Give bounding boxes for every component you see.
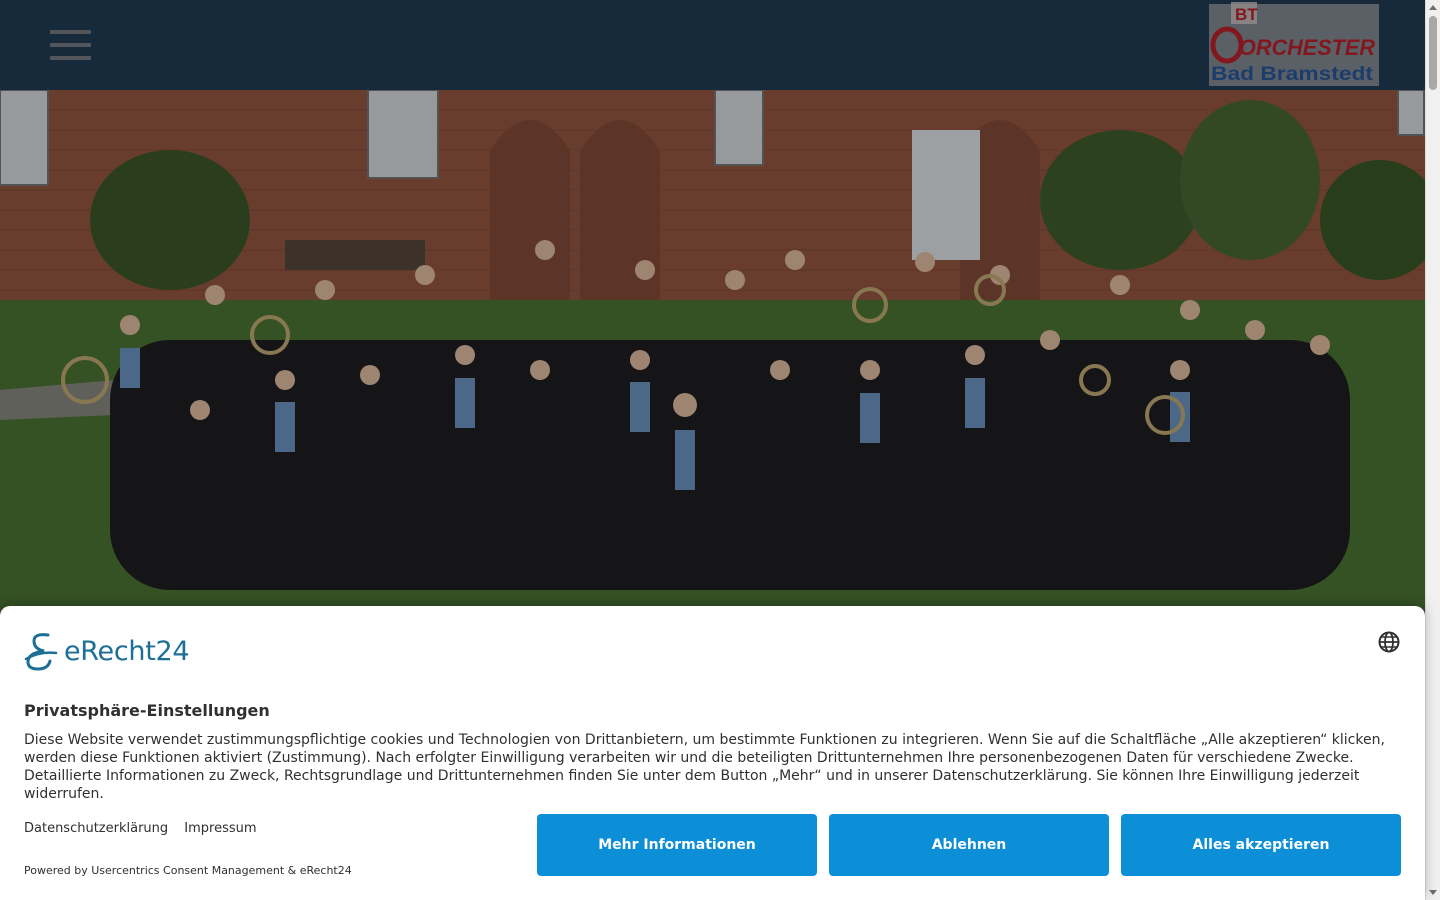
logo-line3: Bad Bramstedt [1211,64,1374,85]
globe-icon[interactable] [1377,630,1401,654]
logo-line1: BT [1235,5,1258,24]
more-info-button[interactable]: Mehr Informationen [537,814,817,876]
consent-links: Datenschutzerklärung Impressum [24,821,269,836]
site-header: BT ORCHESTER Bad Bramstedt [0,0,1425,90]
consent-banner: eRecht24 Privatsphäre-Einstellungen Dies… [0,606,1425,900]
hamburger-menu-icon[interactable] [50,30,91,60]
accept-all-button[interactable]: Alles akzeptieren [1121,814,1401,876]
scroll-up-arrow-icon[interactable] [1429,5,1437,10]
deny-button[interactable]: Ablehnen [829,814,1109,876]
powered-by-text: Powered by Usercentrics Consent Manageme… [24,864,352,877]
logo-line2: ORCHESTER [1239,35,1375,60]
scroll-thumb[interactable] [1429,16,1437,90]
erecht24-brand-text: eRecht24 [64,635,190,667]
erecht24-logo-icon [24,633,58,671]
page-scrollbar[interactable] [1425,0,1440,900]
orchester-logo[interactable]: BT ORCHESTER Bad Bramstedt [1205,0,1383,90]
privacy-policy-link[interactable]: Datenschutzerklärung [24,821,168,836]
hero-image [0,90,1425,610]
imprint-link[interactable]: Impressum [184,821,256,836]
consent-title: Privatsphäre-Einstellungen [24,701,270,720]
erecht24-logo: eRecht24 [24,630,190,672]
scroll-down-arrow-icon[interactable] [1429,890,1437,895]
consent-description: Diese Website verwendet zustimmungspflic… [24,732,1385,802]
